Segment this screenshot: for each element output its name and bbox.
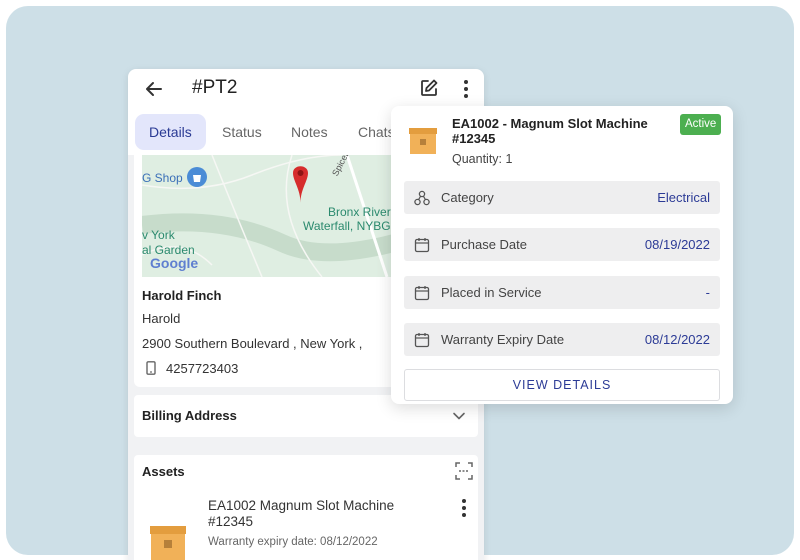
- tab-details[interactable]: Details: [135, 114, 206, 150]
- view-details-button[interactable]: VIEW DETAILS: [404, 369, 720, 401]
- contact-phone[interactable]: 4257723403: [166, 361, 238, 376]
- detail-value: 08/12/2022: [644, 332, 710, 347]
- contact-name: Harold Finch: [142, 288, 222, 303]
- category-icon: [414, 190, 430, 206]
- map-label-shop: G Shop: [142, 171, 183, 185]
- assets-label: Assets: [142, 464, 185, 479]
- billing-address-label: Billing Address: [142, 408, 237, 423]
- more-vertical-icon[interactable]: [459, 78, 473, 100]
- detail-label: Category: [441, 190, 494, 205]
- more-vertical-icon[interactable]: [459, 498, 469, 518]
- detail-value: -: [705, 285, 710, 300]
- google-logo: Google: [150, 255, 199, 271]
- detail-row-purchase-date: Purchase Date 08/19/2022: [404, 228, 720, 261]
- detail-value: Electrical: [657, 190, 710, 205]
- tab-chats[interactable]: Chats: [358, 114, 395, 150]
- asset-popover: EA1002 - Magnum Slot Machine #12345 Quan…: [391, 106, 733, 404]
- scan-icon[interactable]: [455, 462, 473, 480]
- box-icon: [409, 128, 437, 154]
- tab-notes[interactable]: Notes: [291, 114, 328, 150]
- box-icon: [150, 526, 186, 560]
- detail-label: Placed in Service: [441, 285, 542, 300]
- asset-title: EA1002 Magnum Slot Machine #12345: [208, 498, 395, 529]
- assets-section: Assets EA1002 Magnum Slot Machine #12345…: [134, 455, 478, 560]
- detail-row-warranty-expiry: Warranty Expiry Date 08/12/2022: [404, 323, 720, 356]
- chevron-down-icon[interactable]: [452, 409, 466, 423]
- calendar-icon: [414, 238, 430, 253]
- asset-quantity: Quantity: 1: [452, 152, 513, 166]
- contact-first-name: Harold: [142, 311, 181, 326]
- phone-icon: [146, 361, 156, 375]
- detail-value: 08/19/2022: [644, 237, 710, 252]
- detail-label: Purchase Date: [441, 237, 527, 252]
- contact-address[interactable]: 2900 Southern Boulevard , New York ,: [142, 336, 362, 351]
- detail-row-placed-in-service: Placed in Service -: [404, 276, 720, 309]
- tab-status[interactable]: Status: [222, 114, 262, 150]
- status-badge: Active: [680, 114, 722, 135]
- page-title: #PT2: [192, 77, 238, 98]
- asset-title: EA1002 - Magnum Slot Machine #12345: [452, 116, 648, 146]
- calendar-icon: [414, 286, 430, 301]
- map-label-place-line1: Bronx River: [328, 205, 391, 219]
- detail-row-category: Category Electrical: [404, 181, 720, 214]
- map-label-place-line2: Waterfall, NYBG: [303, 219, 391, 233]
- app-header: #PT2: [128, 69, 484, 111]
- map-label-garden-line1: v York: [142, 228, 175, 242]
- detail-label: Warranty Expiry Date: [441, 332, 565, 347]
- edit-icon[interactable]: [419, 78, 439, 98]
- arrow-left-icon[interactable]: [144, 79, 164, 99]
- calendar-icon: [414, 333, 430, 348]
- asset-warranty: Warranty expiry date: 08/12/2022: [208, 536, 378, 548]
